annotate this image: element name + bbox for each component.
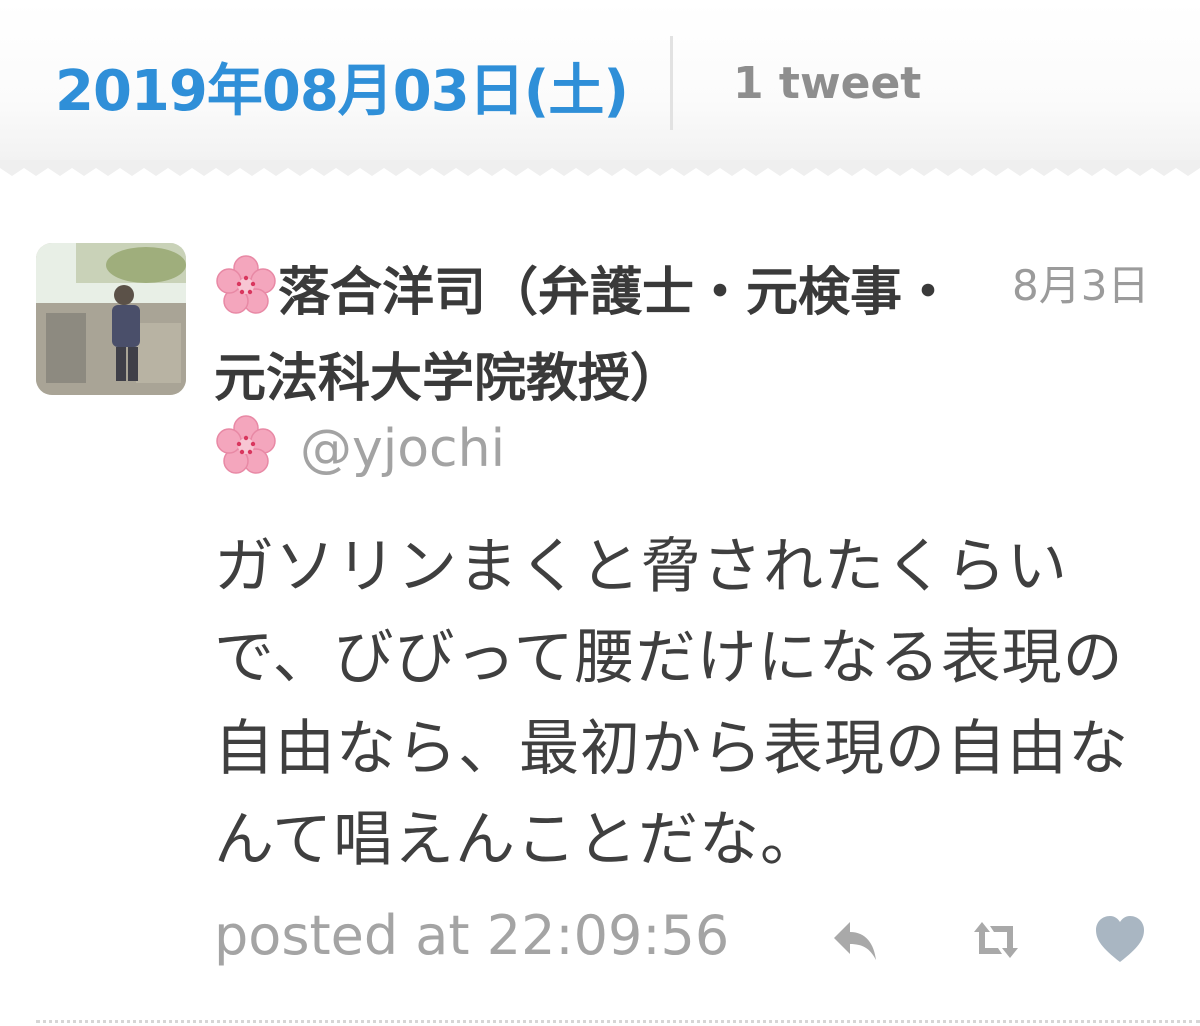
cherry-blossom-icon	[214, 254, 278, 318]
date-header: 2019年08月03日(土) 1 tweet	[0, 0, 1200, 168]
tweet-text: ガソリンまくと脅されたくらいで、びびって腰だけになる表現の自由なら、最初から表現…	[214, 532, 1129, 875]
tweet-bottom-border	[36, 1020, 1200, 1023]
header-divider	[670, 36, 673, 130]
author-name-row[interactable]: 落合洋司（弁護士・元検事・元法科大学院教授）	[214, 250, 954, 422]
reply-icon[interactable]	[828, 912, 884, 968]
tweet-date[interactable]: 8月3日	[1012, 252, 1149, 313]
author-handle: @yjochi	[300, 419, 506, 479]
posted-at[interactable]: posted at 22:09:56	[214, 904, 729, 967]
avatar[interactable]	[36, 243, 186, 395]
heart-icon[interactable]	[1092, 912, 1148, 968]
zigzag-divider	[0, 160, 1200, 190]
retweet-icon[interactable]	[968, 912, 1024, 968]
tweet-footer: posted at 22:09:56	[214, 898, 1174, 978]
tweet-count: 1 tweet	[733, 58, 922, 109]
author-name: 落合洋司（弁護士・元検事・元法科大学院教授）	[214, 263, 955, 409]
author-handle-row[interactable]: @yjochi	[214, 414, 505, 484]
cherry-blossom-icon	[214, 414, 278, 478]
date-title[interactable]: 2019年08月03日(土)	[55, 46, 629, 127]
